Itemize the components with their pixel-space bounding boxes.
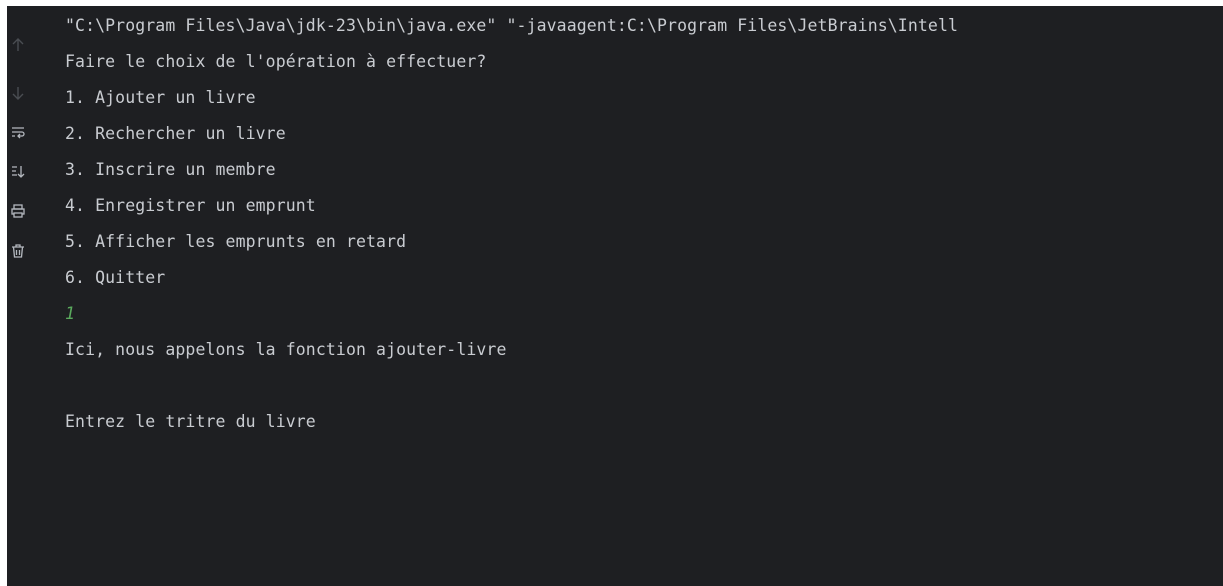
scroll-down-icon[interactable] xyxy=(11,84,25,102)
menu-option: 2. Rechercher un livre xyxy=(65,124,286,143)
menu-option: 1. Ajouter un livre xyxy=(65,88,256,107)
function-message: Ici, nous appelons la fonction ajouter-l… xyxy=(65,340,507,359)
print-icon[interactable] xyxy=(11,202,25,220)
clear-all-icon[interactable] xyxy=(11,242,25,260)
user-input: 1 xyxy=(65,304,76,323)
menu-option: 4. Enregistrer un emprunt xyxy=(65,196,316,215)
run-console-window: "C:\Program Files\Java\jdk-23\bin\java.e… xyxy=(7,6,1223,586)
soft-wrap-icon[interactable] xyxy=(11,124,25,142)
menu-option: 6. Quitter xyxy=(65,268,166,287)
menu-option: 5. Afficher les emprunts en retard xyxy=(65,232,407,251)
console-toolbar xyxy=(7,6,45,586)
scroll-to-end-icon[interactable] xyxy=(11,163,25,181)
command-line: "C:\Program Files\Java\jdk-23\bin\java.e… xyxy=(65,16,959,35)
scroll-up-icon[interactable] xyxy=(11,36,25,54)
title-request: Entrez le tritre du livre xyxy=(65,412,316,431)
menu-option: 3. Inscrire un membre xyxy=(65,160,276,179)
choice-prompt: Faire le choix de l'opération à effectue… xyxy=(65,52,487,71)
console-output[interactable]: "C:\Program Files\Java\jdk-23\bin\java.e… xyxy=(65,6,1223,586)
